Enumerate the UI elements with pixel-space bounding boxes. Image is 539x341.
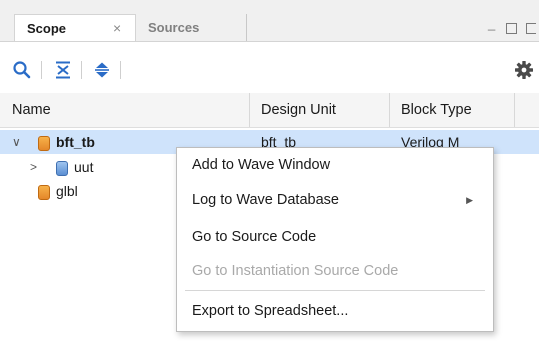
instance-icon: [56, 161, 68, 176]
row-name: glbl: [56, 183, 78, 199]
float-icon[interactable]: [526, 23, 536, 34]
tab-scope[interactable]: Scope ×: [14, 14, 136, 41]
gear-icon[interactable]: [514, 60, 534, 80]
maximize-icon[interactable]: [506, 23, 517, 34]
expand-all-icon[interactable]: [92, 60, 112, 80]
tab-sources-label: Sources: [148, 20, 200, 35]
menu-item-label: Log to Wave Database: [192, 192, 339, 208]
chevron-down-icon[interactable]: ∨: [12, 130, 21, 154]
context-menu: Add to Wave Window Log to Wave Database …: [176, 147, 494, 332]
row-name: bft_tb: [56, 134, 95, 150]
menu-item-go-to-instantiation-source-code[interactable]: Go to Instantiation Source Code: [177, 256, 493, 286]
tab-bar: Scope × Sources _: [0, 0, 539, 42]
collapse-all-icon[interactable]: [53, 60, 73, 80]
column-header-name[interactable]: Name: [0, 93, 249, 127]
submenu-arrow-icon: ▶: [466, 195, 473, 205]
tab-scope-label: Scope: [27, 21, 67, 36]
toolbar-divider: [81, 61, 82, 79]
menu-item-log-to-wave-database[interactable]: Log to Wave Database ▶: [177, 185, 493, 215]
toolbar-divider: [41, 61, 42, 79]
chevron-right-icon[interactable]: >: [30, 155, 37, 179]
column-header-block-type[interactable]: Block Type: [389, 93, 514, 127]
toolbar: [0, 42, 539, 94]
module-icon: [38, 136, 50, 151]
toolbar-divider: [120, 61, 121, 79]
close-icon[interactable]: ×: [113, 20, 121, 36]
table-header: Name Design Unit Block Type: [0, 93, 539, 128]
column-header-design-unit[interactable]: Design Unit: [249, 93, 389, 127]
search-icon[interactable]: [12, 60, 32, 80]
menu-item-go-to-source-code[interactable]: Go to Source Code: [177, 222, 493, 252]
menu-divider: [185, 290, 485, 291]
column-divider[interactable]: [514, 93, 515, 127]
tab-sources[interactable]: Sources: [136, 14, 246, 41]
menu-item-export-to-spreadsheet[interactable]: Export to Spreadsheet...: [177, 296, 493, 326]
row-name: uut: [74, 159, 94, 175]
minimize-icon[interactable]: _: [488, 16, 495, 31]
menu-item-add-to-wave-window[interactable]: Add to Wave Window: [177, 150, 493, 180]
tab-divider: [246, 14, 247, 41]
module-icon: [38, 185, 50, 200]
